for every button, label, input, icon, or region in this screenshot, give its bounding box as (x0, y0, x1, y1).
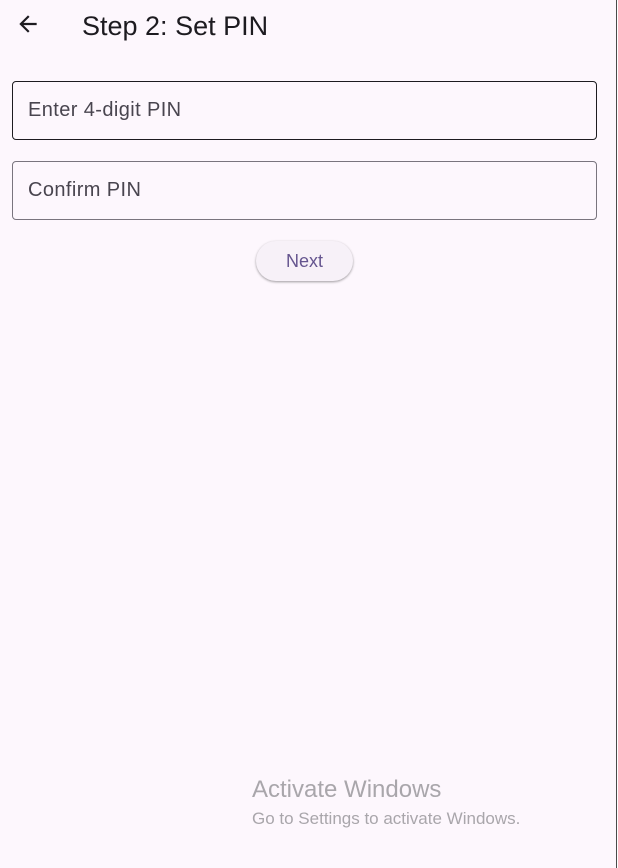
page-title: Step 2: Set PIN (82, 11, 269, 41)
back-button[interactable] (8, 6, 48, 46)
pin-input[interactable] (12, 81, 597, 140)
app-screen: Step 2: Set PIN Next Activate Windows Go… (0, 0, 616, 868)
app-bar: Step 2: Set PIN (0, 0, 616, 52)
activate-windows-watermark: Activate Windows Go to Settings to activ… (252, 775, 520, 831)
arrow-back-icon-svg (19, 14, 37, 33)
next-button-label: Next (285, 250, 323, 271)
confirm-pin-input[interactable] (12, 161, 597, 220)
watermark-title: Activate Windows (252, 776, 442, 803)
next-button[interactable]: Next (256, 241, 353, 281)
watermark-subtitle: Go to Settings to activate Windows. (252, 809, 521, 828)
arrow-back-icon (15, 11, 41, 42)
